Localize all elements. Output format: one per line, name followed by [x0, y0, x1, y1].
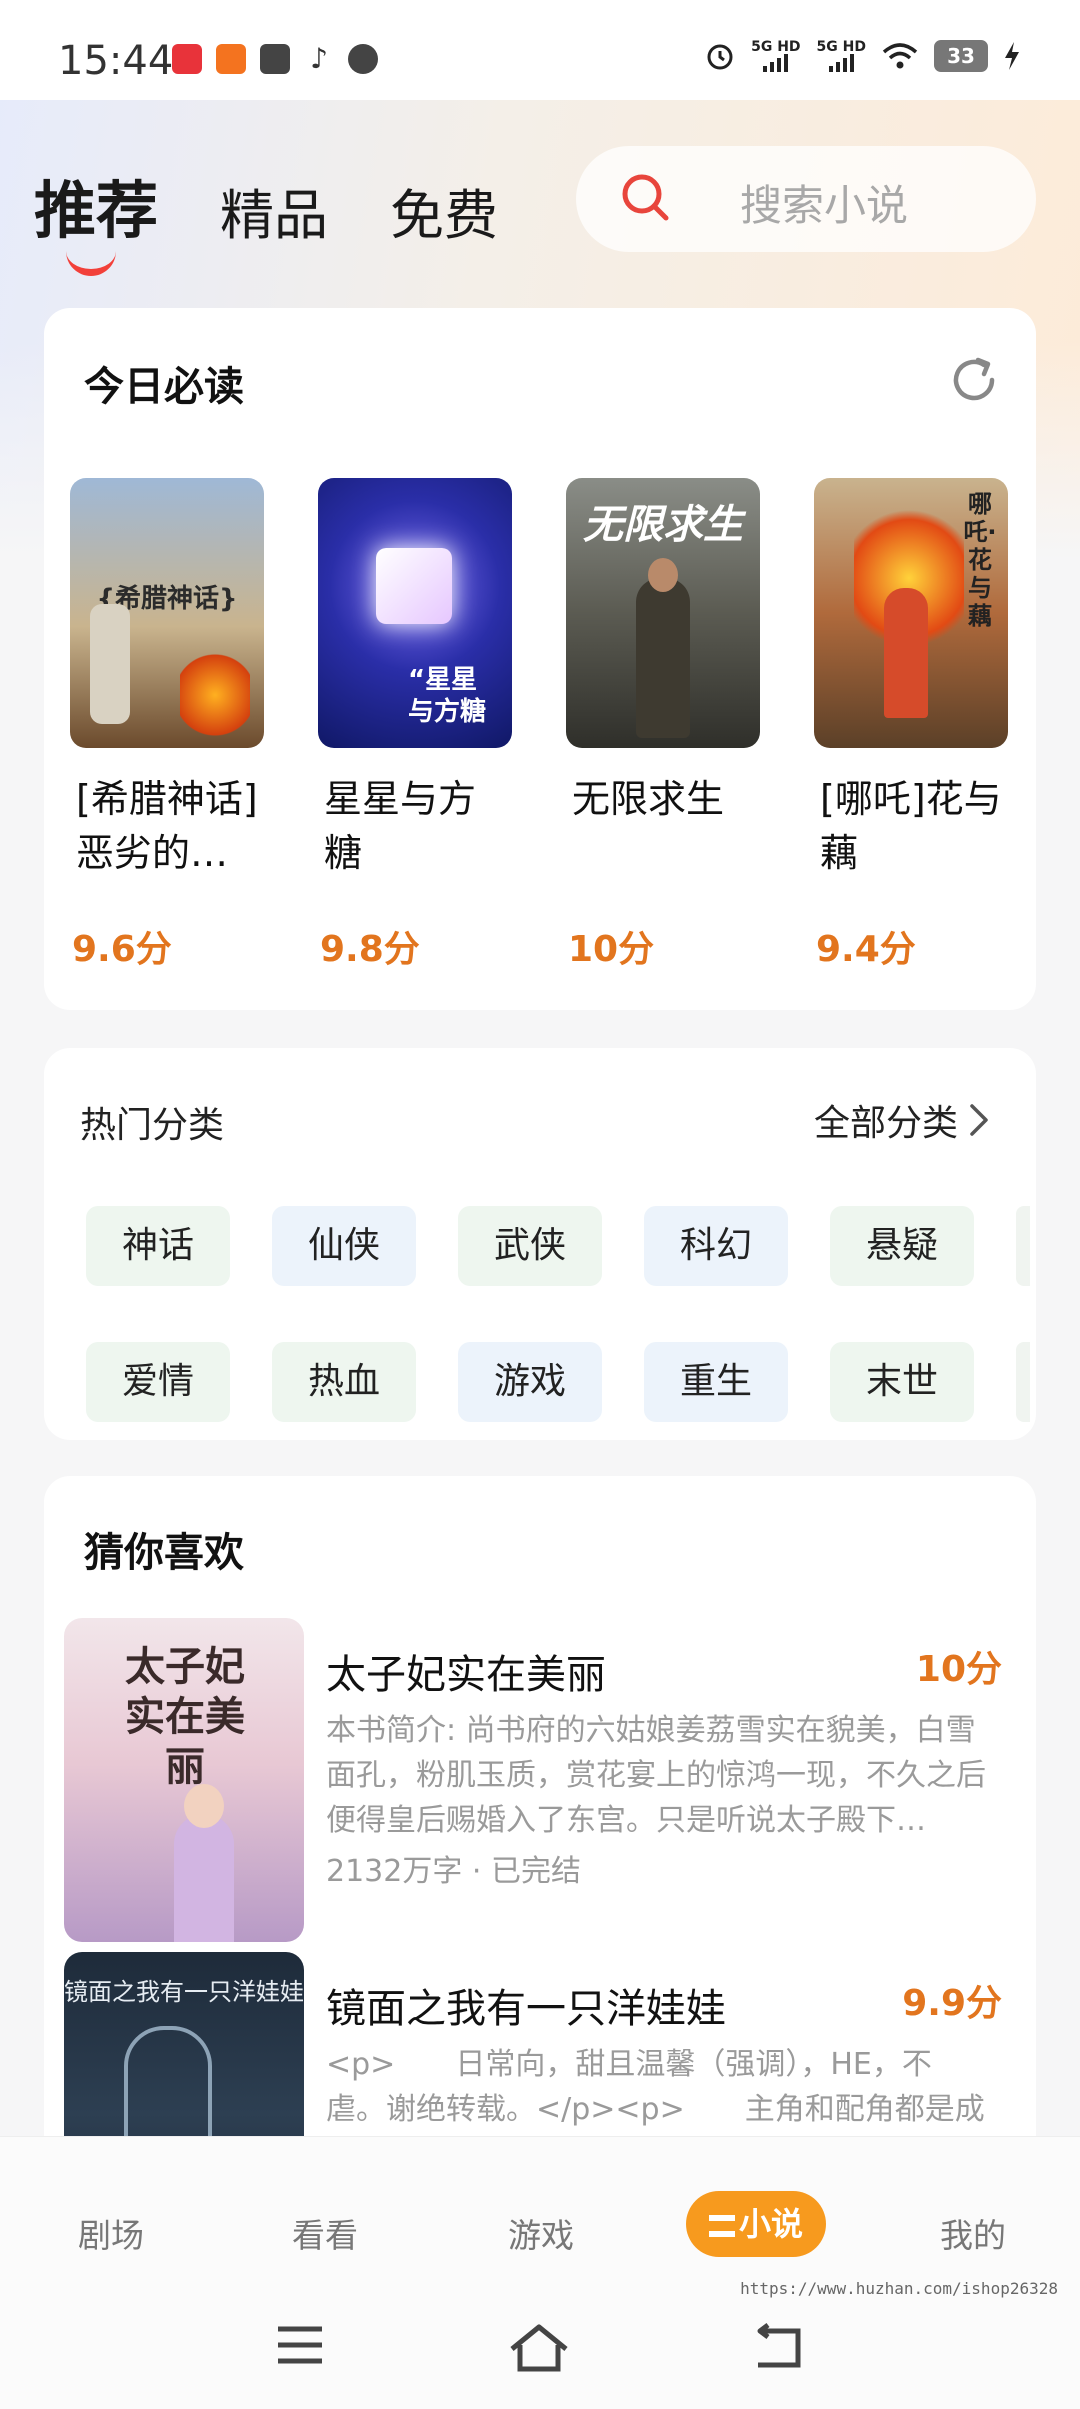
book-description: 本书简介: 尚书府的六姑娘姜荔雪实在貌美，白雪面孔，粉肌玉质，赏花宴上的惊鸿一现… [326, 1713, 986, 1838]
book-item[interactable]: “星星与方糖 星星与方糖 9.8分 [318, 478, 512, 972]
all-categories-label: 全部分类 [813, 1103, 958, 1144]
book-score: 10分 [568, 929, 655, 970]
today-must-read-card: 今日必读 {希腊神话} [希腊神话] 恶劣的… 9.6分 “星星与方糖 星星与方糖… [44, 308, 1036, 1010]
hot-title: 热门分类 [80, 1105, 225, 1146]
category-chip-overflow [1016, 1206, 1030, 1286]
book-title: 镜面之我有一只洋娃娃 [326, 1986, 726, 2032]
book-title: 太子妃实在美丽 [326, 1652, 606, 1698]
guess-title: 猜你喜欢 [84, 1530, 244, 1576]
tab-recommend[interactable]: 推荐 [34, 160, 158, 276]
nav-watch[interactable]: 看看 [292, 2209, 358, 2257]
today-title: 今日必读 [84, 364, 244, 410]
book-cover: 哪吒·花与藕 [814, 478, 1008, 748]
bottom-navigation: 剧场 看看 游戏 小说 我的 https://www.huzhan.com/is… [0, 2136, 1080, 2409]
chevron-right-icon [970, 1104, 988, 1136]
alarm-icon [707, 44, 733, 70]
book-score: 10分 [915, 1649, 1002, 1690]
tab-free[interactable]: 免费 [390, 171, 498, 250]
category-chip[interactable]: 仙侠 [272, 1206, 416, 1286]
category-chip[interactable]: 科幻 [644, 1206, 788, 1286]
search-placeholder: 搜索小说 [740, 181, 909, 230]
status-time: 15:44 [58, 38, 174, 84]
category-chip[interactable]: 游戏 [458, 1342, 602, 1422]
book-score: 9.9分 [902, 1983, 1002, 2024]
category-chip[interactable]: 神话 [86, 1206, 230, 1286]
category-chip-overflow [1016, 1342, 1030, 1422]
watermark: https://www.huzhan.com/ishop26328 [740, 2279, 1058, 2298]
book-cover: 无限求生 [566, 478, 760, 748]
nav-novel[interactable]: 小说 [686, 2191, 826, 2257]
back-icon[interactable] [752, 2323, 806, 2373]
wifi-icon [882, 43, 918, 69]
search-icon [622, 174, 669, 221]
book-score: 9.6分 [72, 929, 172, 970]
category-chip[interactable]: 热血 [272, 1342, 416, 1422]
status-right: 5G HD 5G HD 33 [705, 40, 1020, 72]
menu-icon[interactable] [274, 2323, 326, 2367]
book-cover: “星星与方糖 [318, 478, 512, 748]
app2-notification-icon [216, 44, 246, 74]
recommend-item[interactable]: 太子妃实在美丽 太子妃实在美丽 10分 本书简介: 尚书府的六姑娘姜荔雪实在貌美… [64, 1618, 1024, 1942]
app1-notification-icon [172, 44, 202, 74]
signal-2: 5G HD [817, 40, 866, 72]
notification-icons: ♪ [172, 44, 378, 74]
category-row-2: 爱情 热血 游戏 重生 末世 [86, 1342, 1030, 1422]
book-name: 星星与方糖 [324, 777, 477, 875]
tiktok-notification-icon: ♪ [310, 42, 328, 75]
book-meta: 2132万字 · 已完结 [326, 1854, 581, 1889]
search-bar[interactable]: 搜索小说 [576, 146, 1036, 252]
message-notification-icon [348, 44, 378, 74]
tab-premium[interactable]: 精品 [220, 171, 328, 250]
guess-you-like-card: 猜你喜欢 太子妃实在美丽 太子妃实在美丽 10分 本书简介: 尚书府的六姑娘姜荔… [44, 1476, 1036, 2176]
nav-theater[interactable]: 剧场 [78, 2209, 144, 2257]
refresh-icon[interactable] [948, 354, 1000, 406]
book-cover: {希腊神话} [70, 478, 264, 748]
category-chip[interactable]: 爱情 [86, 1342, 230, 1422]
book-name: [希腊神话] 恶劣的… [76, 777, 258, 875]
category-chip[interactable]: 悬疑 [830, 1206, 974, 1286]
all-categories-link[interactable]: 全部分类 [814, 1094, 990, 1146]
hot-categories-card: 热门分类 全部分类 神话 仙侠 武侠 科幻 悬疑 爱情 热血 游戏 重生 末世 [44, 1048, 1036, 1440]
nav-games[interactable]: 游戏 [508, 2209, 574, 2257]
taobao-notification-icon [260, 44, 290, 74]
book-item[interactable]: 哪吒·花与藕 [哪吒]花与藕 9.4分 [814, 478, 1008, 972]
category-chip[interactable]: 重生 [644, 1342, 788, 1422]
top-tabs: 推荐 精品 免费 [34, 160, 560, 276]
category-chip[interactable]: 武侠 [458, 1206, 602, 1286]
book-score: 9.4分 [816, 929, 916, 970]
nav-novel-label: 小说 [738, 2205, 803, 2243]
status-bar: 15:44 ♪ 5G HD 5G HD 33 [0, 0, 1080, 100]
novel-icon [708, 2215, 735, 2237]
nav-mine[interactable]: 我的 [940, 2209, 1006, 2257]
signal-1: 5G HD [751, 40, 801, 72]
book-name: 无限求生 [572, 777, 725, 821]
book-name: [哪吒]花与藕 [820, 777, 1002, 875]
book-score: 9.8分 [320, 929, 420, 970]
today-books: {希腊神话} [希腊神话] 恶劣的… 9.6分 “星星与方糖 星星与方糖 9.8分… [70, 478, 1008, 972]
book-item[interactable]: {希腊神话} [希腊神话] 恶劣的… 9.6分 [70, 478, 264, 972]
book-item[interactable]: 无限求生 无限求生 10分 [566, 478, 760, 972]
battery-indicator: 33 [934, 40, 988, 72]
home-icon[interactable] [508, 2323, 570, 2373]
category-chip[interactable]: 末世 [830, 1342, 974, 1422]
book-cover: 太子妃实在美丽 [64, 1618, 304, 1942]
category-row-1: 神话 仙侠 武侠 科幻 悬疑 [86, 1206, 1030, 1286]
charging-icon [1005, 42, 1019, 70]
